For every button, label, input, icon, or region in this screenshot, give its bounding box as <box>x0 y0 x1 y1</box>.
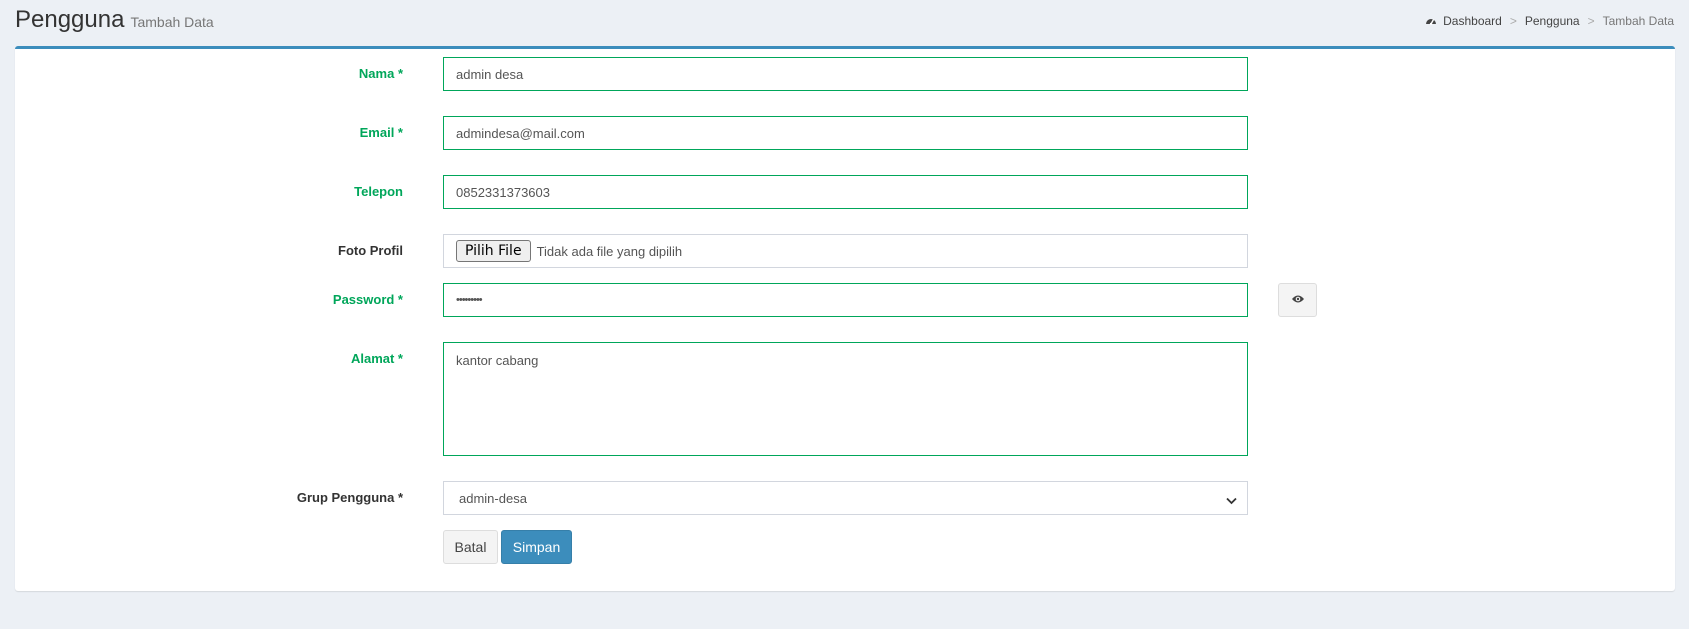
toggle-password-button[interactable] <box>1278 283 1317 317</box>
breadcrumb-separator: > <box>1509 14 1517 28</box>
page-subtitle: Tambah Data <box>130 14 214 30</box>
alamat-label: Alamat * <box>350 351 403 366</box>
password-value: ••••••••• <box>456 294 483 306</box>
telepon-input[interactable] <box>443 175 1248 209</box>
nama-label: Nama * <box>358 66 403 81</box>
grup-selected-value: admin-desa <box>459 490 527 506</box>
foto-file-input[interactable]: Pilih File Tidak ada file yang dipilih <box>443 234 1248 268</box>
form-box: Nama * Email * Telepon Foto Profil Pilih… <box>15 46 1675 591</box>
grup-label: Grup Pengguna * <box>296 490 403 505</box>
content-header: Pengguna Tambah Data Dashboard > Pengguna… <box>0 0 1689 46</box>
email-label: Email * <box>359 125 403 140</box>
breadcrumb-pengguna-link[interactable]: Pengguna <box>1525 14 1580 28</box>
alamat-textarea[interactable]: kantor cabang <box>443 342 1248 456</box>
foto-label: Foto Profil <box>338 243 403 258</box>
chevron-down-icon <box>1226 493 1237 508</box>
page-title: Pengguna Tambah Data <box>15 6 214 34</box>
dashboard-icon <box>1425 15 1437 27</box>
email-input[interactable] <box>443 116 1248 150</box>
breadcrumb-separator: > <box>1587 14 1595 28</box>
breadcrumb-current: Tambah Data <box>1602 14 1674 28</box>
eye-icon <box>1291 291 1305 309</box>
breadcrumb: Dashboard > Pengguna > Tambah Data <box>1425 14 1674 28</box>
choose-file-button[interactable]: Pilih File <box>456 240 531 262</box>
password-input[interactable]: ••••••••• <box>443 283 1248 317</box>
telepon-label: Telepon <box>354 184 403 199</box>
breadcrumb-dashboard-link[interactable]: Dashboard <box>1443 14 1502 28</box>
file-status-text: Tidak ada file yang dipilih <box>536 243 683 259</box>
nama-input[interactable] <box>443 57 1248 91</box>
cancel-button[interactable]: Batal <box>443 530 498 564</box>
grup-select[interactable]: admin-desa <box>443 481 1248 515</box>
password-label: Password * <box>332 292 403 307</box>
save-button[interactable]: Simpan <box>501 530 572 564</box>
page-title-text: Pengguna <box>15 6 125 33</box>
